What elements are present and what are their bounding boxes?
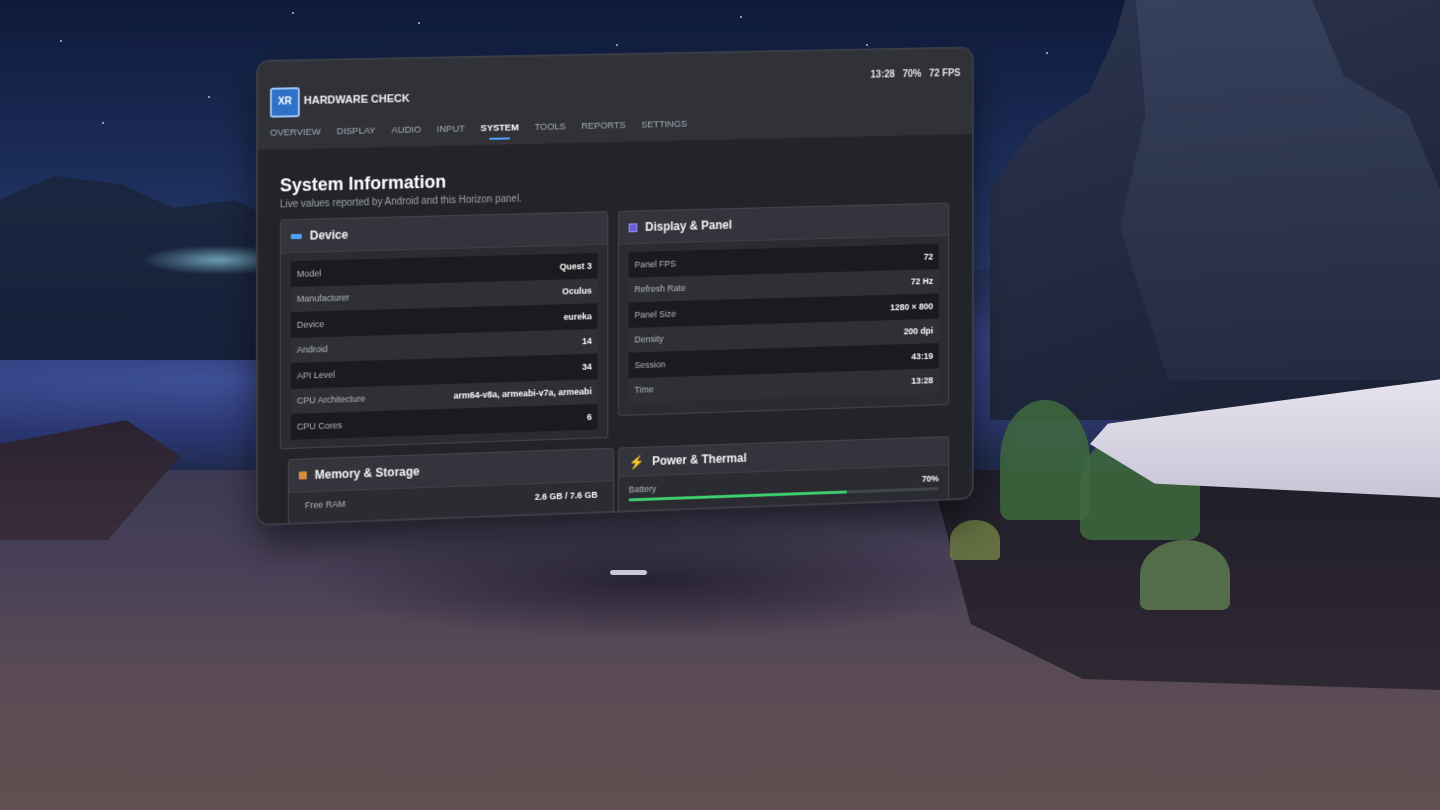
row-label: CPU Cores xyxy=(297,420,342,431)
tab-reports[interactable]: REPORTS xyxy=(581,120,625,138)
star xyxy=(1046,52,1048,54)
star xyxy=(292,12,294,14)
panel-content: System Information Live values reported … xyxy=(258,134,972,524)
row-value: Quest 3 xyxy=(560,261,592,272)
row-label: Panel FPS xyxy=(634,258,676,269)
row-value: arm64-v8a, armeabi-v7a, armeabi xyxy=(453,387,591,401)
panel-grab-bar[interactable] xyxy=(610,570,647,575)
row-value: 72 Hz xyxy=(911,276,933,286)
row-label: Device xyxy=(297,319,324,330)
star xyxy=(418,22,420,24)
battery-label: Battery xyxy=(629,484,657,495)
star xyxy=(60,40,62,42)
page-title: System Information xyxy=(280,172,446,197)
display-panel-card: Display & Panel Panel FPS 72 Refresh Rate… xyxy=(618,203,949,416)
display-panel-card-title: Display & Panel xyxy=(645,218,732,234)
row-label: Density xyxy=(634,334,663,345)
device-icon xyxy=(291,233,302,238)
succulent xyxy=(1140,540,1230,610)
memory-storage-card: Memory & Storage Free RAM 2.6 GB / 7.6 GB xyxy=(288,448,614,524)
row-value: eureka xyxy=(564,311,592,322)
device-rows: Model Quest 3 Manufacturer Oculus Device eu… xyxy=(281,245,607,440)
row-label: Free RAM xyxy=(305,499,346,510)
page-subtitle: Live values reported by Android and this… xyxy=(280,194,522,211)
status-battery: 70% xyxy=(902,69,921,80)
row-label: Refresh Rate xyxy=(634,283,685,294)
row-label: Manufacturer xyxy=(297,293,350,304)
tab-input[interactable]: INPUT xyxy=(437,124,465,141)
star xyxy=(616,44,618,46)
row-label: Session xyxy=(634,359,665,370)
device-card: Device Model Quest 3 Manufacturer Oculus D… xyxy=(280,211,608,449)
hardware-check-panel: XR HARDWARE CHECK 13:28 70% 72 FPS OVERV… xyxy=(258,48,972,524)
row-value: 1280 × 800 xyxy=(890,301,933,312)
row-value: 72 xyxy=(924,251,933,261)
memory-icon xyxy=(299,471,307,479)
star xyxy=(102,122,104,124)
row-value: 200 dpi xyxy=(904,326,933,337)
row-value: 43:19 xyxy=(911,351,933,361)
floor-shadow xyxy=(300,520,1000,640)
row-value: Oculus xyxy=(562,286,592,297)
tab-system[interactable]: SYSTEM xyxy=(481,122,519,140)
row-label: API Level xyxy=(297,369,335,380)
row-value: 2.6 GB / 7.6 GB xyxy=(535,489,598,501)
row-value: 34 xyxy=(582,361,592,371)
display-icon xyxy=(629,223,638,232)
status-fps: 72 FPS xyxy=(929,68,961,79)
succulent xyxy=(950,520,1000,560)
row-value: 14 xyxy=(582,336,592,346)
star xyxy=(866,44,868,46)
plant xyxy=(1000,400,1090,520)
status-bar: 13:28 70% 72 FPS xyxy=(871,68,961,81)
lightning-icon: ⚡ xyxy=(629,455,645,468)
app-title: HARDWARE CHECK xyxy=(304,93,410,107)
row-label: Android xyxy=(297,344,328,355)
row-value: 13:28 xyxy=(911,376,933,386)
power-card-title: Power & Thermal xyxy=(652,451,746,468)
row-label: CPU Architecture xyxy=(297,394,365,406)
display-panel-rows: Panel FPS 72 Refresh Rate 72 Hz Panel Size… xyxy=(619,236,948,403)
device-card-title: Device xyxy=(310,228,348,243)
memory-card-title: Memory & Storage xyxy=(315,464,420,482)
tab-overview[interactable]: OVERVIEW xyxy=(270,127,321,145)
app-logo: XR xyxy=(270,87,300,118)
tab-settings[interactable]: SETTINGS xyxy=(641,119,687,137)
tab-display[interactable]: DISPLAY xyxy=(337,125,376,143)
row-label: Panel Size xyxy=(634,309,676,320)
star xyxy=(208,96,210,98)
star xyxy=(740,16,742,18)
row-label: Time xyxy=(634,385,653,395)
row-value: 6 xyxy=(587,412,592,422)
status-time: 13:28 xyxy=(871,69,895,80)
tab-tools[interactable]: TOOLS xyxy=(534,121,565,138)
row-label: Model xyxy=(297,268,321,279)
battery-value: 70% xyxy=(922,474,939,484)
tab-audio[interactable]: AUDIO xyxy=(391,124,421,142)
